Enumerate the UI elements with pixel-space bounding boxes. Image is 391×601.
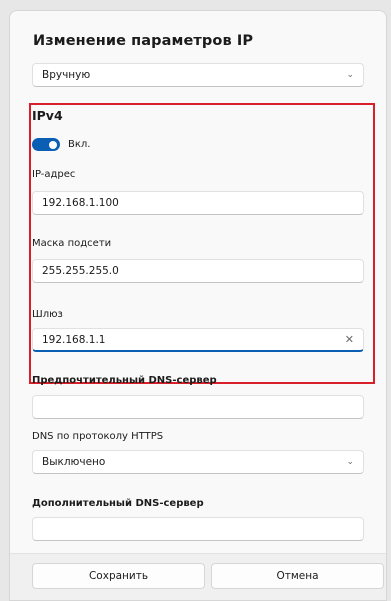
chevron-down-icon: ⌄ xyxy=(346,70,354,80)
subnet-mask-value: 255.255.255.0 xyxy=(42,265,119,277)
subnet-mask-input[interactable]: 255.255.255.0 xyxy=(32,259,364,283)
gateway-label: Шлюз xyxy=(32,309,63,320)
alternate-dns-label: Дополнительный DNS-сервер xyxy=(32,498,204,509)
subnet-mask-label: Маска подсети xyxy=(32,238,112,249)
edit-ip-settings-dialog: Изменение параметров IP Вручную ⌄ IPv4 В… xyxy=(9,10,387,601)
alternate-dns-input[interactable] xyxy=(32,517,364,541)
ipv4-section-title: IPv4 xyxy=(32,108,63,123)
ipv4-toggle-label: Вкл. xyxy=(68,139,91,150)
dns-https-select[interactable]: Выключено ⌄ xyxy=(32,450,364,474)
gateway-value: 192.168.1.1 xyxy=(42,334,106,346)
toggle-knob xyxy=(49,140,57,149)
ipv4-toggle[interactable] xyxy=(32,138,60,151)
ip-mode-select[interactable]: Вручную ⌄ xyxy=(32,63,364,87)
ip-address-value: 192.168.1.100 xyxy=(42,197,119,209)
ip-address-input[interactable]: 192.168.1.100 xyxy=(32,191,364,215)
ip-mode-value: Вручную xyxy=(42,69,91,81)
ip-address-label: IP-адрес xyxy=(32,169,76,180)
dialog-title: Изменение параметров IP xyxy=(33,33,254,49)
dns-https-label: DNS по протоколу HTTPS xyxy=(32,431,164,442)
save-button[interactable]: Сохранить xyxy=(32,563,205,589)
preferred-dns-label: Предпочтительный DNS-сервер xyxy=(32,375,217,386)
preferred-dns-input[interactable] xyxy=(32,395,364,419)
close-icon[interactable]: ✕ xyxy=(345,329,354,351)
cancel-button[interactable]: Отмена xyxy=(211,563,384,589)
chevron-down-icon: ⌄ xyxy=(346,457,354,467)
gateway-input[interactable]: 192.168.1.1 ✕ xyxy=(32,328,364,352)
dns-https-value: Выключено xyxy=(42,456,106,468)
